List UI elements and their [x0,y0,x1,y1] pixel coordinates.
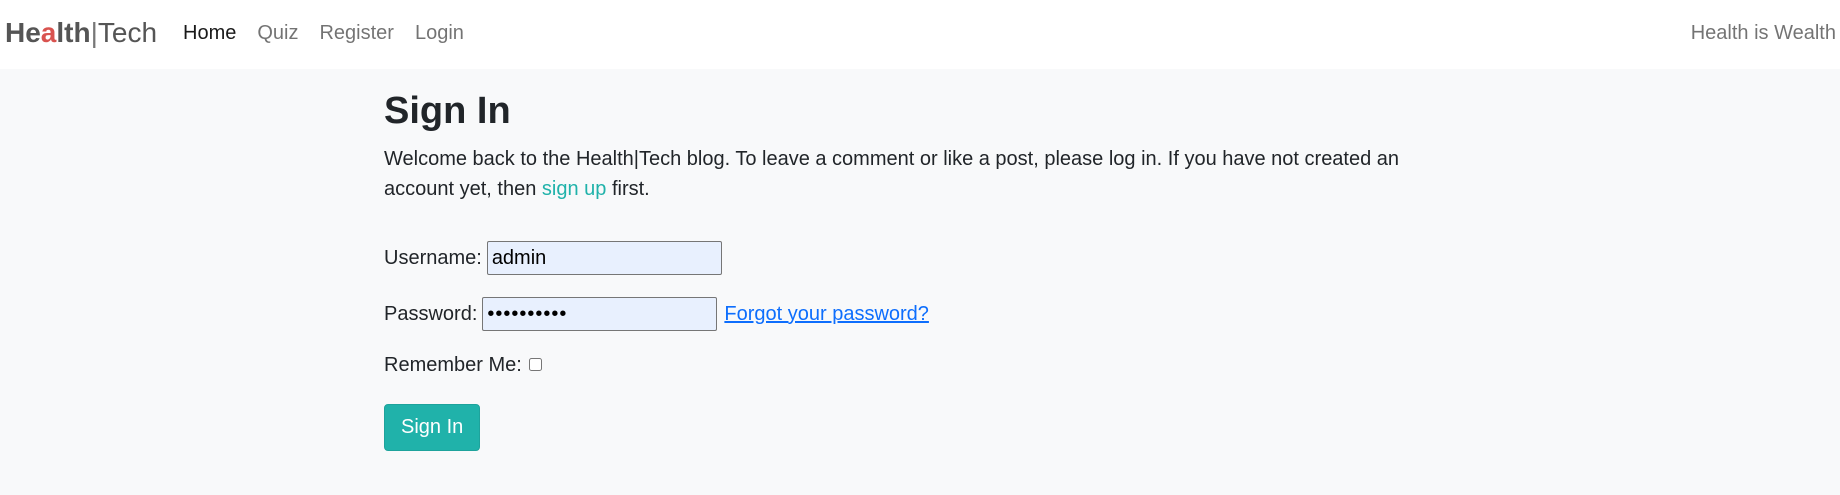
remember-row: Remember Me: [384,351,542,379]
password-row: Password: Forgot your password? [384,297,929,331]
sign-in-button[interactable]: Sign In [384,404,481,451]
remember-me-checkbox[interactable] [528,357,542,371]
username-row: Username: [384,241,722,275]
nav-item-home[interactable]: Home [183,19,236,47]
intro-text-after: first. [606,178,650,200]
brand-text-part3: Tech [97,17,158,48]
brand-logo[interactable]: Health|Tech [5,16,157,50]
tagline: Health is Wealth [1690,22,1836,44]
navbar: Health|Tech Home Quiz Register Login Hea… [0,0,1840,69]
nav-item-login[interactable]: Login [415,19,464,47]
username-input[interactable] [486,241,722,275]
remember-label: Remember Me: [384,354,522,376]
brand-text-accent: a [40,17,57,48]
username-label: Username: [384,247,482,269]
brand-text-part2: lth [56,17,91,48]
sign-up-link[interactable]: sign up [542,178,607,200]
brand-text-part1: He [5,17,41,48]
forgot-password-link[interactable]: Forgot your password? [724,300,929,328]
brand-separator: | [90,17,98,48]
password-label: Password: [384,303,478,325]
intro-text: Welcome back to the Health|Tech blog. To… [384,144,1404,204]
nav-item-register[interactable]: Register [319,19,393,47]
nav-item-quiz[interactable]: Quiz [257,19,298,47]
page-title: Sign In [384,90,511,132]
signin-section: Sign In Welcome back to the Health|Tech … [384,88,1404,451]
main-nav: Home Quiz Register Login [183,19,485,47]
intro-text-before: Welcome back to the Health|Tech blog. To… [384,148,1400,200]
password-input[interactable] [482,297,718,331]
